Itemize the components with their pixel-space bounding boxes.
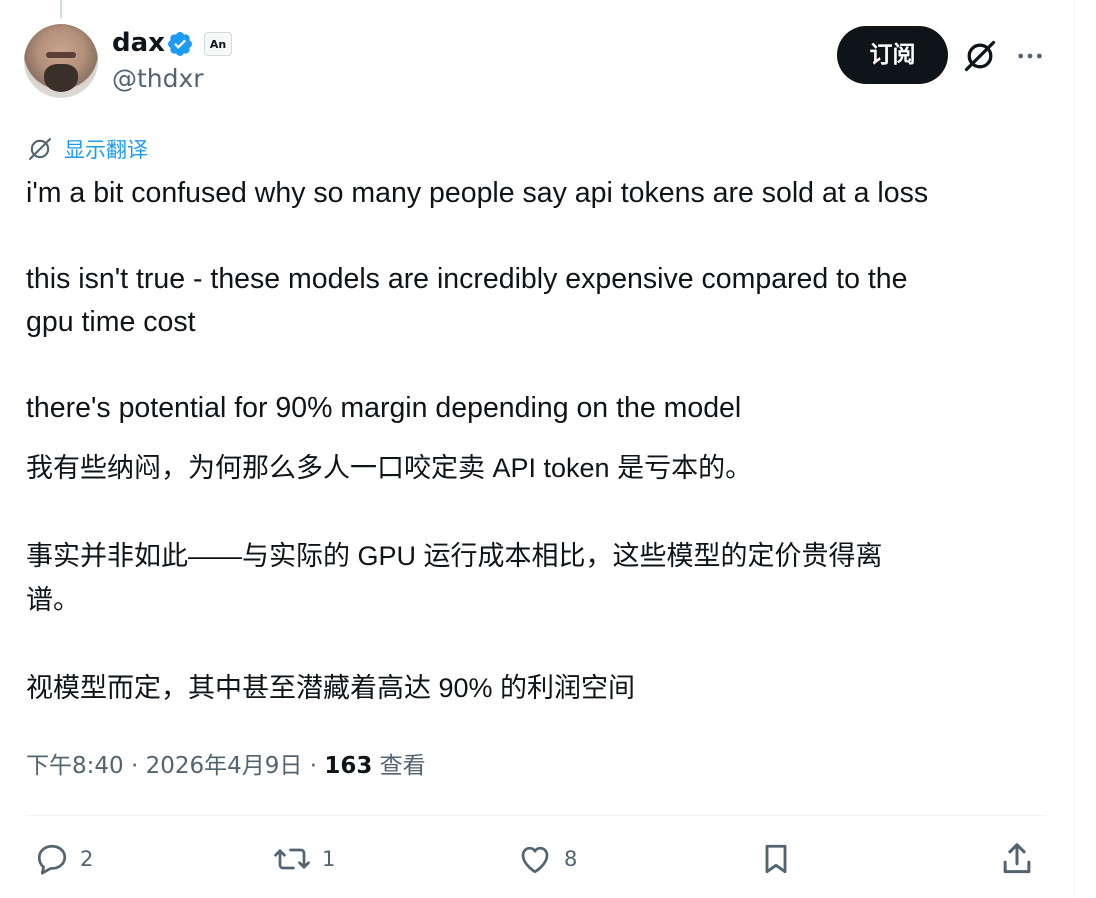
meta-separator: · xyxy=(130,753,139,779)
repost-count: 1 xyxy=(322,847,336,871)
reply-count: 2 xyxy=(80,847,94,871)
post-time[interactable]: 下午8:40 xyxy=(26,753,124,779)
affiliate-badge[interactable]: An xyxy=(204,32,232,56)
tweet-line: there's potential for 90% margin dependi… xyxy=(26,392,742,424)
author-name[interactable]: dax xyxy=(112,26,165,60)
tweet-line: gpu time cost xyxy=(26,306,196,338)
grok-icon[interactable] xyxy=(962,38,998,74)
more-icon[interactable] xyxy=(1014,40,1046,72)
verified-icon[interactable] xyxy=(166,30,194,58)
avatar[interactable] xyxy=(24,24,98,98)
tweet-line: this isn't true - these models are incre… xyxy=(26,263,908,295)
repost-icon xyxy=(274,848,310,870)
subscribe-button[interactable]: 订阅 xyxy=(837,26,948,84)
translated-line: 谱。 xyxy=(26,585,80,615)
avatar-beard xyxy=(44,64,78,92)
post-date[interactable]: 2026年4月9日 xyxy=(146,753,303,779)
meta-separator: · xyxy=(309,753,318,779)
show-translation-label: 显示翻译 xyxy=(64,138,148,162)
repost-button[interactable]: 1 xyxy=(272,838,335,880)
avatar-eyes xyxy=(46,52,76,58)
heart-icon xyxy=(521,846,549,874)
views-label: 查看 xyxy=(379,753,426,779)
bookmark-button[interactable] xyxy=(758,838,794,880)
tweet-line: i'm a bit confused why so many people sa… xyxy=(26,177,929,209)
share-button[interactable] xyxy=(998,838,1036,880)
tweet-meta: 下午8:40 · 2026年4月9日 · 163 查看 xyxy=(26,748,426,784)
translated-line: 我有些纳闷，为何那么多人一口咬定卖 API token 是亏本的。 xyxy=(26,453,753,483)
bookmark-icon xyxy=(765,844,787,874)
translated-body: 我有些纳闷，为何那么多人一口咬定卖 API token 是亏本的。 事实并非如此… xyxy=(26,446,1026,710)
like-button[interactable]: 8 xyxy=(516,838,577,880)
grok-translate-icon xyxy=(29,138,51,160)
reply-button[interactable]: 2 xyxy=(34,838,93,880)
thread-connector-line xyxy=(60,0,62,18)
views-count: 163 xyxy=(324,753,373,779)
share-icon xyxy=(1003,843,1031,874)
reply-icon xyxy=(37,844,67,875)
show-translation-link[interactable]: 显示翻译 xyxy=(26,134,148,164)
divider xyxy=(26,815,1046,816)
like-count: 8 xyxy=(564,847,578,871)
translated-line: 视模型而定，其中甚至潜藏着高达 90% 的利润空间 xyxy=(26,673,636,703)
column-border xyxy=(1074,0,1075,898)
translated-line: 事实并非如此——与实际的 GPU 运行成本相比，这些模型的定价贵得离 xyxy=(26,541,883,571)
tweet-body: i'm a bit confused why so many people sa… xyxy=(26,172,1026,430)
author-handle[interactable]: @thdxr xyxy=(112,62,204,96)
